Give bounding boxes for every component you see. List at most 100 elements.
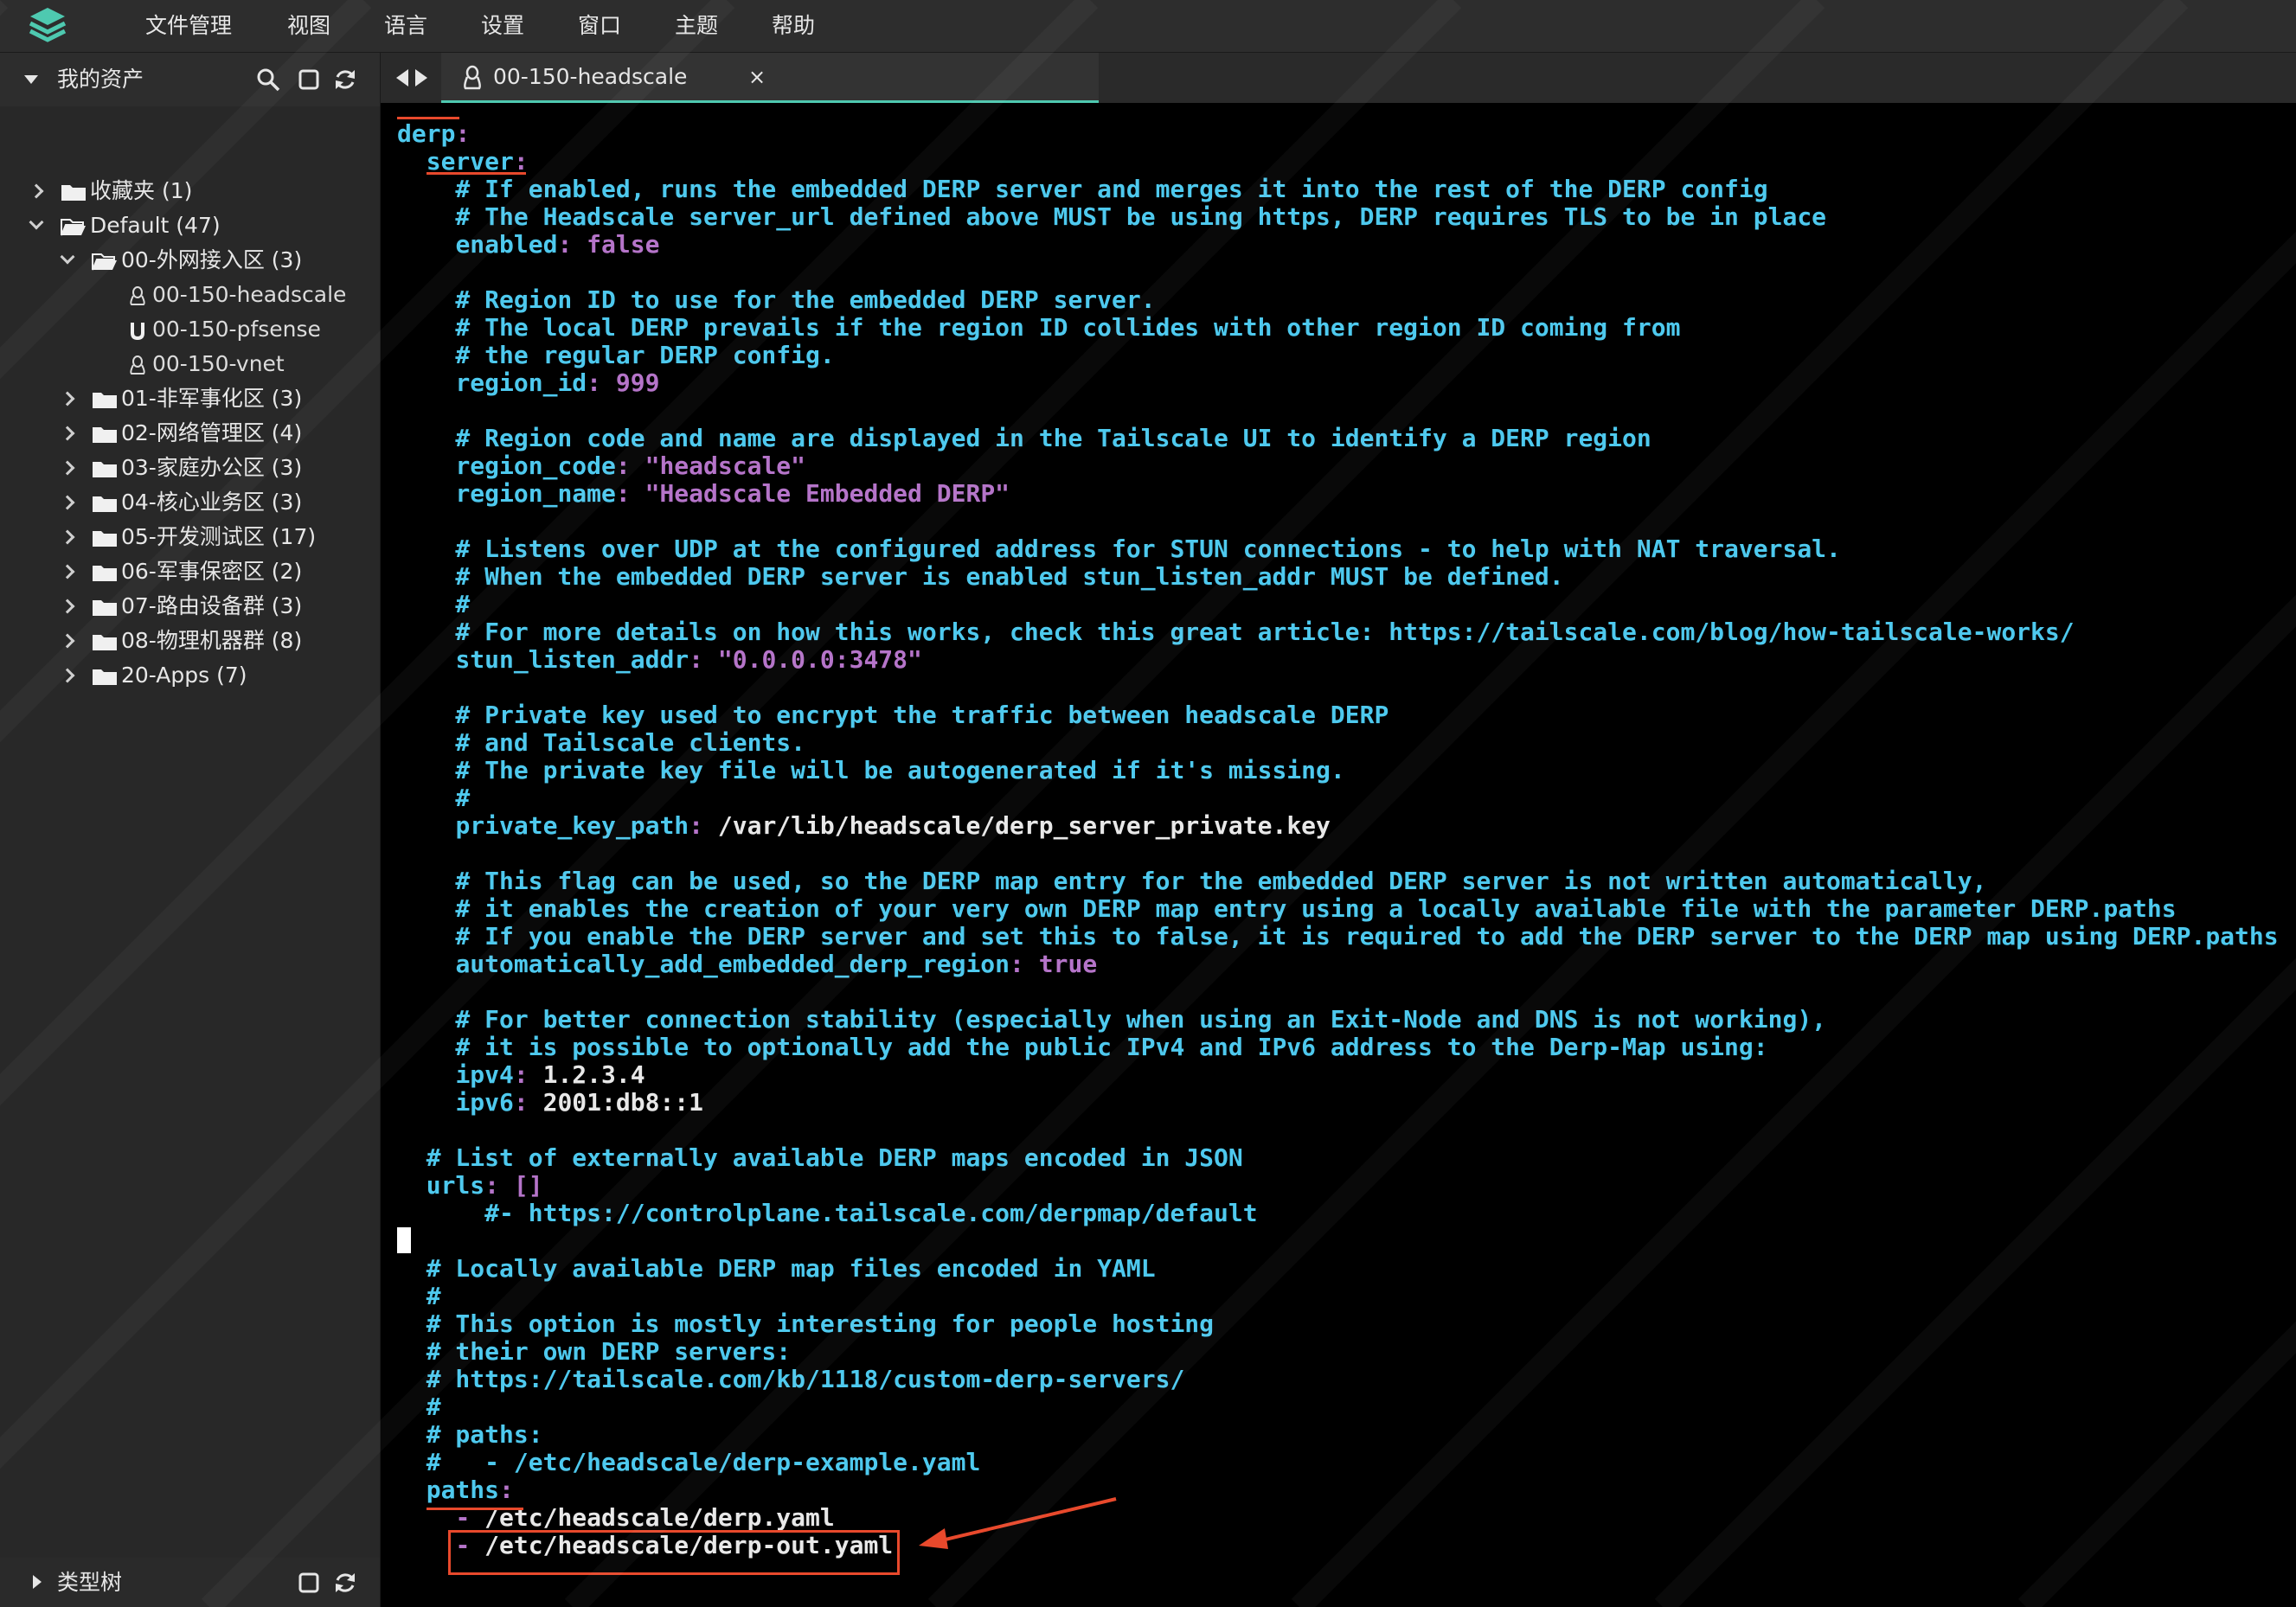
tree-item[interactable]: 收藏夹 (1) xyxy=(0,174,380,208)
code-token: /var/lib/headscale/derp_server_private.k… xyxy=(717,811,1331,840)
tree-item[interactable]: 00-150-headscale xyxy=(0,278,380,312)
square-icon[interactable] xyxy=(296,67,322,93)
tab-close-icon[interactable]: × xyxy=(748,53,766,103)
tree-item-label: 04-核心业务区 (3) xyxy=(121,490,303,515)
tree-item-label: 00-150-headscale xyxy=(152,282,347,307)
tree-item[interactable]: 00-150-pfsense xyxy=(0,312,380,347)
tree-item[interactable]: 20-Apps (7) xyxy=(0,658,380,693)
chevron-right-icon[interactable] xyxy=(57,554,78,589)
tree-item[interactable]: 05-开发测试区 (17) xyxy=(0,520,380,554)
terminal-line: # This option is mostly interesting for … xyxy=(397,1310,2279,1338)
terminal-cursor xyxy=(397,1227,411,1253)
menu-view[interactable]: 视图 xyxy=(287,0,330,52)
tree-item-label: 06-军事保密区 (2) xyxy=(121,559,303,584)
code-token: # For better connection stability (espec… xyxy=(397,1005,1827,1034)
code-token: # If you enable the DERP server and set … xyxy=(397,922,2279,951)
code-token: paths xyxy=(426,1476,500,1504)
code-token: : xyxy=(615,479,645,508)
menu-settings[interactable]: 设置 xyxy=(481,0,524,52)
code-token: # The local DERP prevails if the region … xyxy=(397,313,1681,342)
code-token: # Listens over UDP at the configured add… xyxy=(397,535,1841,563)
stack-layers-icon[interactable] xyxy=(26,5,69,47)
tree-item[interactable]: Default (47) xyxy=(0,208,380,243)
code-token: # paths: xyxy=(397,1420,543,1449)
terminal-line: server: xyxy=(397,148,2279,176)
terminal-line: # and Tailscale clients. xyxy=(397,729,2279,757)
refresh-icon[interactable] xyxy=(332,1570,358,1596)
tree-item[interactable]: 02-网络管理区 (4) xyxy=(0,416,380,451)
chevron-right-icon[interactable] xyxy=(26,174,47,208)
code-token: true xyxy=(1038,950,1098,978)
terminal-line: # paths: xyxy=(397,1421,2279,1449)
menu-file-manage[interactable]: 文件管理 xyxy=(145,0,232,52)
terminal-line: # The local DERP prevails if the region … xyxy=(397,314,2279,342)
folder-icon xyxy=(93,531,117,547)
tab-nav-arrows-icon[interactable] xyxy=(394,67,429,88)
menu-language[interactable]: 语言 xyxy=(384,0,427,52)
terminal-line: paths: xyxy=(397,1476,2279,1504)
tree-item[interactable]: 00-150-vnet xyxy=(0,347,380,381)
code-token: # Private key used to encrypt the traffi… xyxy=(397,701,1389,729)
sidebar-header: 我的资产 xyxy=(0,53,380,106)
code-token: # xyxy=(397,1393,441,1421)
tree-item[interactable]: 06-军事保密区 (2) xyxy=(0,554,380,589)
menu-theme[interactable]: 主题 xyxy=(675,0,718,52)
annotation-arrow-icon xyxy=(919,1497,1117,1549)
collapse-caret-icon[interactable] xyxy=(24,75,38,84)
tab-00-150-headscale[interactable]: 00-150-headscale × xyxy=(441,53,1099,103)
unix-icon xyxy=(131,323,144,340)
tree-item[interactable]: 00-外网接入区 (3) xyxy=(0,243,380,278)
chevron-right-icon[interactable] xyxy=(57,589,78,624)
code-token: region_id xyxy=(455,368,587,397)
terminal-line: ipv6: 2001:db8::1 xyxy=(397,1089,2279,1117)
terminal-line xyxy=(397,1227,2279,1255)
chevron-right-icon[interactable] xyxy=(57,416,78,451)
search-icon[interactable] xyxy=(255,67,281,93)
code-token: "0.0.0.0:3478" xyxy=(717,645,922,674)
chevron-right-icon[interactable] xyxy=(57,451,78,485)
code-token: # List of externally available DERP maps… xyxy=(397,1143,1243,1172)
tree-item[interactable]: 03-家庭办公区 (3) xyxy=(0,451,380,485)
code-token: private_key_path xyxy=(455,811,689,840)
menu-window[interactable]: 窗口 xyxy=(578,0,621,52)
square-icon[interactable] xyxy=(296,1570,322,1596)
chevron-down-icon[interactable] xyxy=(57,243,78,278)
tree-item[interactable]: 01-非军事化区 (3) xyxy=(0,381,380,416)
code-token: # The private key file will be autogener… xyxy=(397,756,1345,784)
menu-help[interactable]: 帮助 xyxy=(772,0,815,52)
terminal-line: # their own DERP servers: xyxy=(397,1338,2279,1366)
terminal-line: region_code: "headscale" xyxy=(397,452,2279,480)
chevron-right-icon[interactable] xyxy=(57,520,78,554)
sidebar-title: 我的资产 xyxy=(57,67,144,92)
folder-open-icon xyxy=(61,219,86,236)
terminal-line: # When the embedded DERP server is enabl… xyxy=(397,563,2279,591)
expand-caret-icon[interactable] xyxy=(33,1575,42,1589)
tree-item[interactable]: 08-物理机器群 (8) xyxy=(0,624,380,658)
tree-item-label: 20-Apps (7) xyxy=(121,663,247,688)
annotation-highlight-box xyxy=(448,1530,900,1575)
code-token: 999 xyxy=(615,368,660,397)
code-token: : xyxy=(513,1088,543,1117)
chevron-right-icon[interactable] xyxy=(57,381,78,416)
chevron-right-icon[interactable] xyxy=(57,624,78,658)
code-token: : xyxy=(513,1060,543,1089)
terminal-view[interactable]: derp: server: # If enabled, runs the emb… xyxy=(381,103,2296,1607)
terminal-line: region_name: "Headscale Embedded DERP" xyxy=(397,480,2279,508)
type-tree-panel[interactable]: 类型树 xyxy=(0,1558,380,1607)
code-token: : xyxy=(615,451,645,480)
tree-item[interactable]: 07-路由设备群 (3) xyxy=(0,589,380,624)
terminal-line: # List of externally available DERP maps… xyxy=(397,1144,2279,1172)
chevron-right-icon[interactable] xyxy=(57,485,78,520)
refresh-icon[interactable] xyxy=(332,67,358,93)
terminal-line: # If you enable the DERP server and set … xyxy=(397,922,2279,951)
code-token: # Region ID to use for the embedded DERP… xyxy=(397,285,1156,314)
chevron-down-icon[interactable] xyxy=(26,208,47,243)
code-token: stun_listen_addr xyxy=(455,645,689,674)
tree-item-label: Default (47) xyxy=(90,213,221,238)
tree-item[interactable]: 04-核心业务区 (3) xyxy=(0,485,380,520)
tree-item-label: 00-150-vnet xyxy=(152,351,285,376)
chevron-right-icon[interactable] xyxy=(57,658,78,693)
terminal-line: # it is possible to optionally add the p… xyxy=(397,1034,2279,1061)
